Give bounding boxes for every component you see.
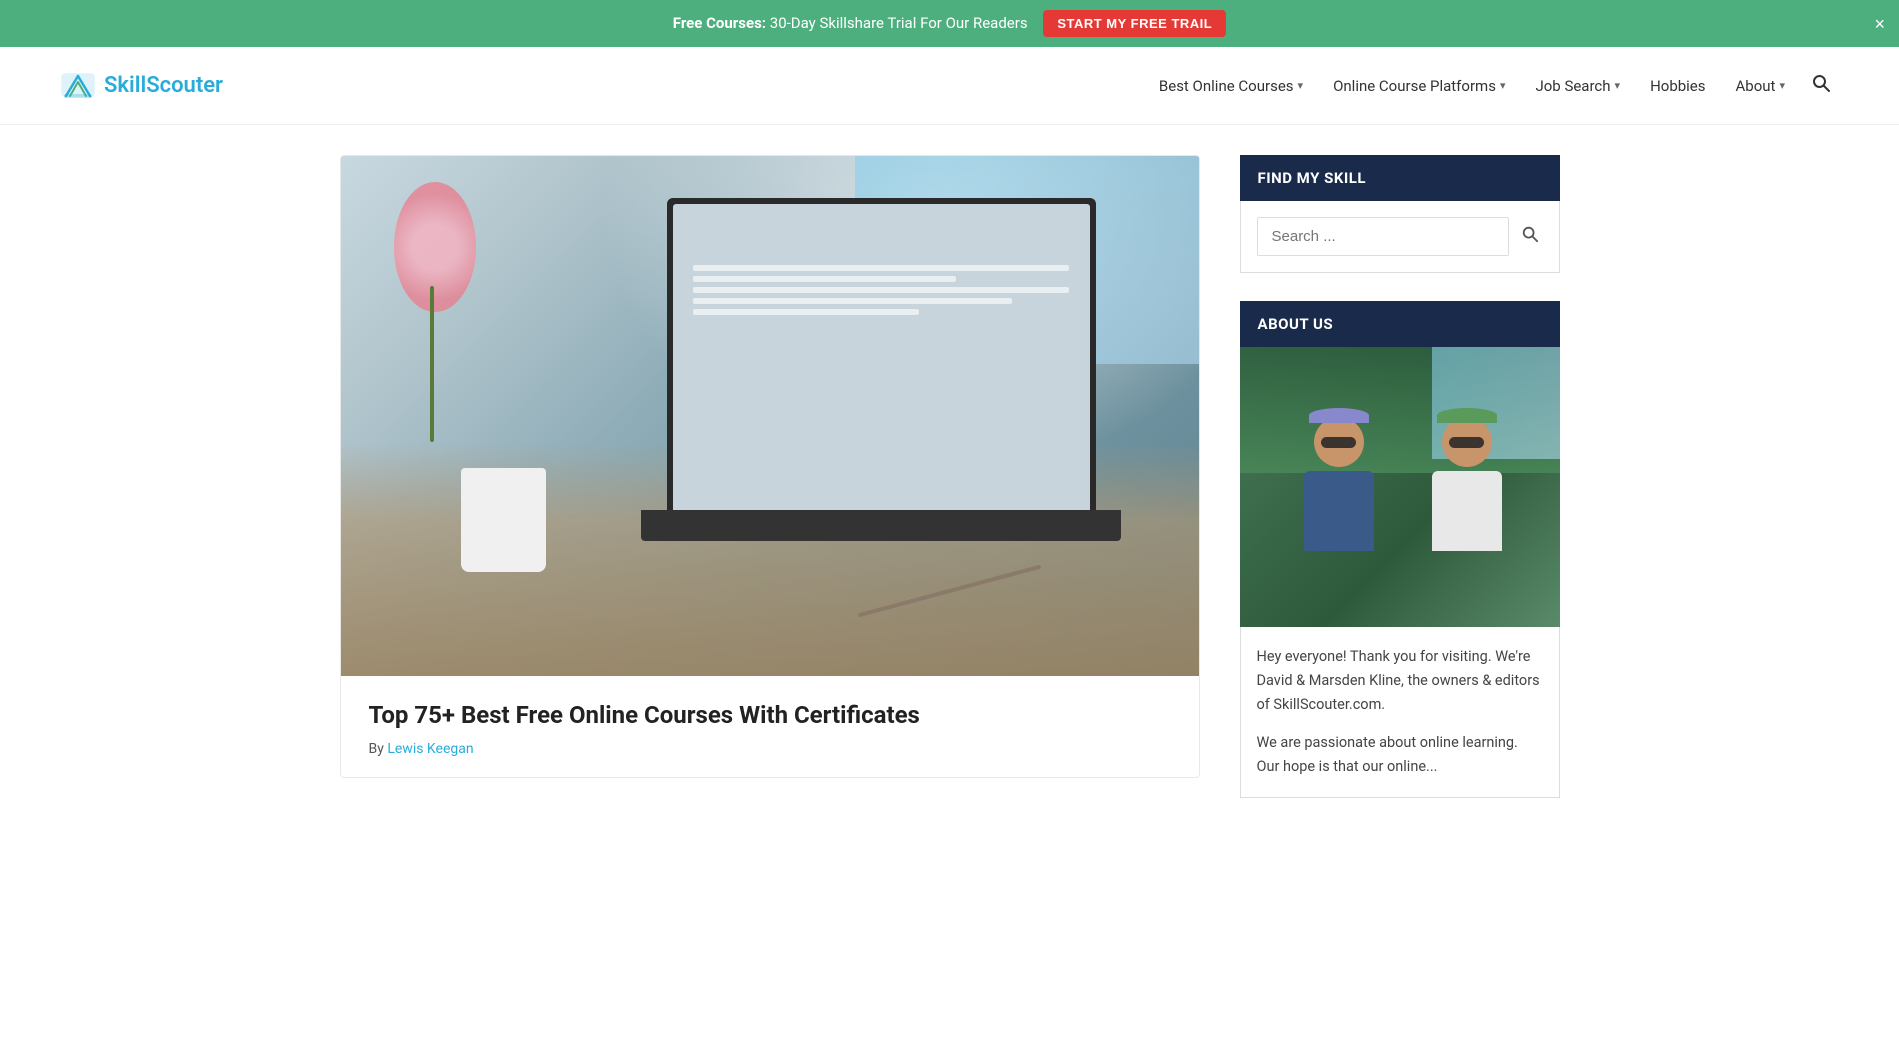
nav-label-job-search: Job Search <box>1535 77 1610 95</box>
skill-search-button[interactable] <box>1517 221 1543 252</box>
nav-item-hobbies[interactable]: Hobbies <box>1638 69 1717 103</box>
chevron-down-icon: ▾ <box>1615 79 1621 92</box>
banner-text-bold: Free Courses: <box>673 14 766 32</box>
nav-label-best-online-courses: Best Online Courses <box>1159 77 1294 95</box>
article-body: Top 75+ Best Free Online Courses With Ce… <box>341 676 1199 777</box>
skill-search-input[interactable] <box>1257 217 1509 256</box>
mug-decoration <box>461 468 547 572</box>
chevron-down-icon: ▾ <box>1500 79 1506 92</box>
article-title: Top 75+ Best Free Online Courses With Ce… <box>369 700 1171 731</box>
logo-text: SkillScouter <box>104 73 223 98</box>
about-us-text: Hey everyone! Thank you for visiting. We… <box>1240 627 1560 798</box>
site-header: SkillScouter Best Online Courses ▾ Onlin… <box>0 47 1899 125</box>
about-us-image <box>1240 347 1560 627</box>
sidebar: FIND MY SKILL ABOUT US <box>1240 155 1560 826</box>
person-right <box>1432 417 1502 551</box>
content-area: Top 75+ Best Free Online Courses With Ce… <box>340 155 1200 826</box>
nav-search-icon[interactable] <box>1803 65 1839 106</box>
laptop-decoration <box>667 198 1096 510</box>
laptop-base <box>641 510 1121 541</box>
nav-label-online-course-platforms: Online Course Platforms <box>1333 77 1496 95</box>
find-my-skill-title: FIND MY SKILL <box>1240 155 1560 201</box>
about-text-para-1: Hey everyone! Thank you for visiting. We… <box>1257 645 1543 717</box>
search-icon <box>1521 225 1539 243</box>
nav-item-job-search[interactable]: Job Search ▾ <box>1523 69 1632 103</box>
article-featured-image <box>341 156 1199 676</box>
about-us-widget: ABOUT US <box>1240 301 1560 798</box>
nav-label-hobbies: Hobbies <box>1650 77 1705 95</box>
search-widget-body <box>1240 201 1560 273</box>
plant-decoration <box>383 182 486 442</box>
banner-cta-button[interactable]: START MY FREE TRAIL <box>1043 10 1226 37</box>
nav-item-online-course-platforms[interactable]: Online Course Platforms ▾ <box>1321 69 1517 103</box>
nav-item-about[interactable]: About ▾ <box>1724 69 1797 103</box>
person-left <box>1304 417 1374 551</box>
about-us-title: ABOUT US <box>1240 301 1560 347</box>
top-banner: Free Courses: 30-Day Skillshare Trial Fo… <box>0 0 1899 47</box>
nav-label-about: About <box>1736 77 1776 95</box>
site-logo[interactable]: SkillScouter <box>60 68 223 104</box>
main-nav: Best Online Courses ▾ Online Course Plat… <box>1147 65 1839 106</box>
find-my-skill-widget: FIND MY SKILL <box>1240 155 1560 273</box>
chevron-down-icon: ▾ <box>1779 79 1785 92</box>
chevron-down-icon: ▾ <box>1298 79 1304 92</box>
main-container: Top 75+ Best Free Online Courses With Ce… <box>300 155 1600 826</box>
article-author: By Lewis Keegan <box>369 741 1171 757</box>
banner-close-button[interactable]: × <box>1874 15 1885 33</box>
nav-item-best-online-courses[interactable]: Best Online Courses ▾ <box>1147 69 1315 103</box>
pen-decoration <box>858 564 1041 617</box>
logo-icon <box>60 68 96 104</box>
about-text-para-2: We are passionate about online learning.… <box>1257 731 1543 779</box>
article-card: Top 75+ Best Free Online Courses With Ce… <box>340 155 1200 778</box>
author-link[interactable]: Lewis Keegan <box>387 741 473 757</box>
banner-text-body: 30-Day Skillshare Trial For Our Readers <box>770 14 1028 32</box>
